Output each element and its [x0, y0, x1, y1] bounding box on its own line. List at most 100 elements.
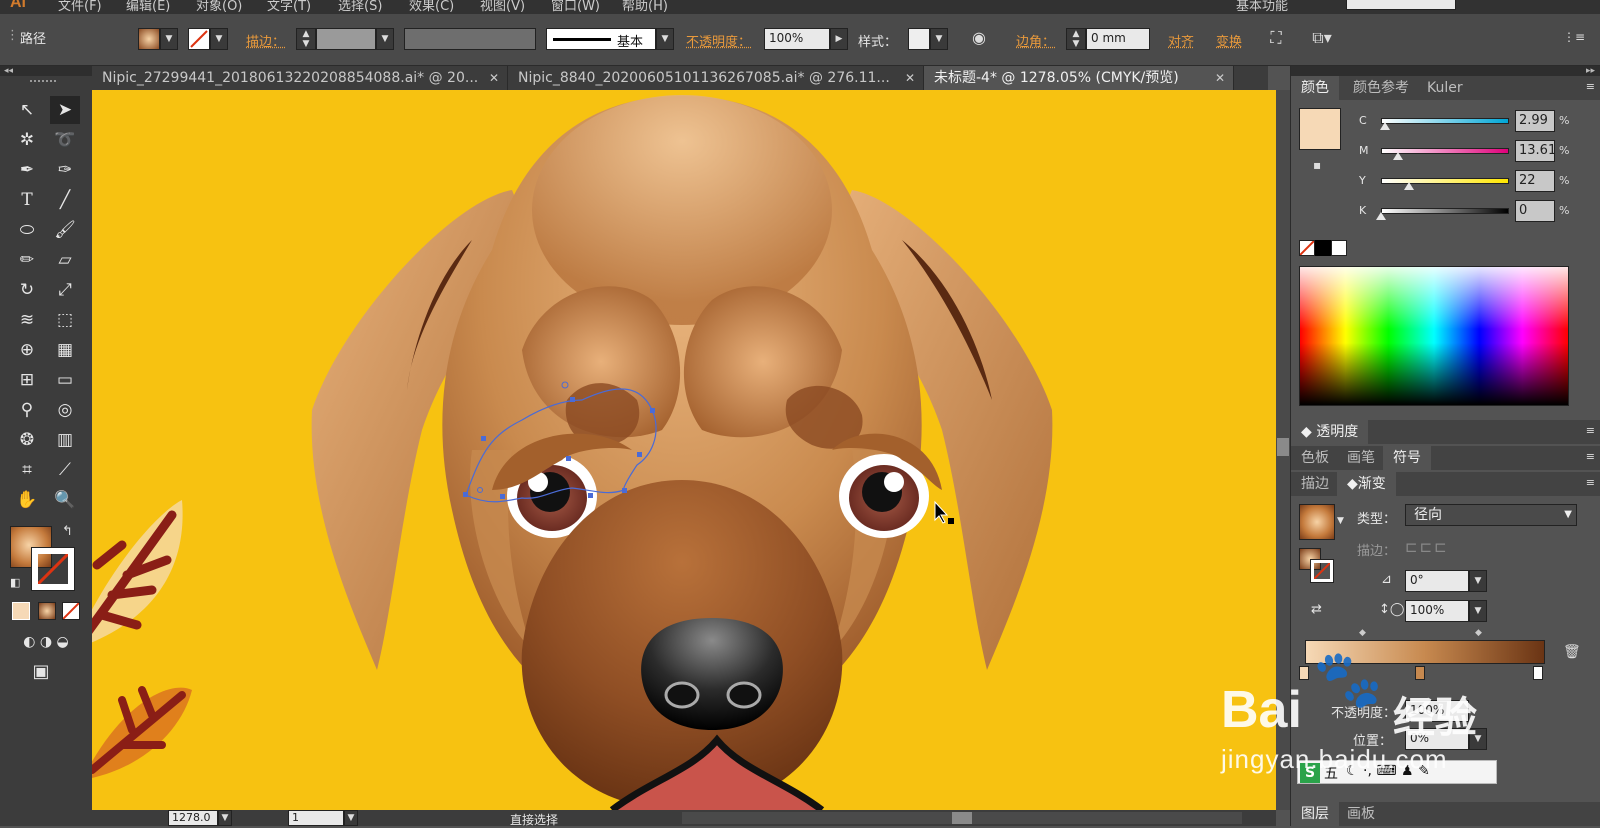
- workspace-switcher[interactable]: 基本功能: [1236, 0, 1288, 14]
- eraser-tool-icon[interactable]: ▱: [50, 246, 80, 274]
- menu-help[interactable]: 帮助(H): [622, 0, 668, 14]
- zoom-tool-icon[interactable]: 🔍: [50, 486, 80, 514]
- panels-collapse-icon[interactable]: ▸▸: [1291, 66, 1600, 76]
- style-dropdown[interactable]: ▼: [930, 28, 948, 50]
- pencil-tool-icon[interactable]: ✏: [12, 246, 42, 274]
- gradient-preset-dropdown-icon[interactable]: ▼: [1337, 516, 1344, 526]
- black-color-icon[interactable]: [1315, 240, 1331, 256]
- stroke-dropdown[interactable]: ▼: [210, 28, 228, 50]
- type-tool-icon[interactable]: T: [12, 186, 42, 214]
- artboard-canvas[interactable]: [92, 90, 1276, 810]
- arrange-icon[interactable]: ⧉▾: [1304, 28, 1340, 50]
- pen-tool-icon[interactable]: ✒: [12, 156, 42, 184]
- zoom-dropdown[interactable]: ▼: [218, 810, 232, 826]
- screen-mode-icon[interactable]: ▣: [26, 658, 56, 686]
- fill-dropdown[interactable]: ▼: [160, 28, 178, 50]
- swap-colors-icon[interactable]: ↰: [62, 524, 73, 539]
- free-transform-tool-icon[interactable]: ⬚: [50, 306, 80, 334]
- menu-view[interactable]: 视图(V): [480, 0, 525, 14]
- channel-value-k[interactable]: 0: [1515, 200, 1555, 222]
- stroke-weight-dropdown[interactable]: ▼: [376, 28, 394, 50]
- channel-value-c[interactable]: 2.99: [1515, 110, 1555, 132]
- stroke-swatch[interactable]: [188, 28, 210, 50]
- artboard-number-input[interactable]: 1: [288, 810, 344, 826]
- slider-thumb[interactable]: [1404, 182, 1415, 190]
- tab-swatches[interactable]: 色板: [1291, 446, 1339, 470]
- color-spectrum[interactable]: [1299, 266, 1569, 406]
- control-menu-icon[interactable]: ⋮≡: [1562, 30, 1586, 52]
- tab-symbols[interactable]: 符号: [1383, 446, 1431, 470]
- gradient-preview-swatch[interactable]: [1299, 504, 1335, 540]
- tab-document-active[interactable]: 未标题-4* @ 1278.05% (CMYK/预览) ✕: [924, 66, 1234, 90]
- hand-tool-icon[interactable]: ✋: [12, 486, 42, 514]
- horizontal-scrollbar-thumb[interactable]: [952, 812, 972, 824]
- brush-dropdown[interactable]: ▼: [656, 28, 674, 50]
- transform-link[interactable]: 变换: [1216, 31, 1242, 50]
- fill-swatch[interactable]: [138, 28, 160, 50]
- fill-stroke-gradient-icon[interactable]: [1299, 548, 1335, 584]
- tab-layers[interactable]: 图层: [1291, 802, 1339, 826]
- symbol-sprayer-tool-icon[interactable]: ❂: [12, 426, 42, 454]
- width-tool-icon[interactable]: ≋: [12, 306, 42, 334]
- graphic-style-swatch[interactable]: [908, 28, 930, 50]
- menu-object[interactable]: 对象(O): [196, 0, 242, 14]
- menu-select[interactable]: 选择(S): [338, 0, 382, 14]
- channel-value-m[interactable]: 13.61: [1515, 140, 1556, 162]
- opacity-input[interactable]: 100%: [764, 28, 830, 50]
- stroke-label[interactable]: 描边：: [246, 31, 285, 50]
- tab-color-guide[interactable]: 颜色参考: [1343, 76, 1419, 100]
- brush-definition[interactable]: 基本: [546, 28, 656, 50]
- tab-gradient[interactable]: ◆渐变: [1337, 472, 1396, 496]
- tab-stroke[interactable]: 描边: [1291, 472, 1339, 496]
- lasso-tool-icon[interactable]: ➰: [50, 126, 80, 154]
- current-color-swatch[interactable]: [1299, 108, 1341, 150]
- gradient-mode-icon[interactable]: [38, 602, 56, 620]
- close-icon[interactable]: ✕: [489, 66, 499, 90]
- tab-kuler[interactable]: Kuler: [1417, 76, 1473, 100]
- magic-wand-tool-icon[interactable]: ✲: [12, 126, 42, 154]
- tools-collapse-icon[interactable]: ◂◂: [0, 66, 92, 76]
- tab-document-1[interactable]: Nipic_27299441_20180613220208854088.ai* …: [92, 66, 508, 90]
- paintbrush-tool-icon[interactable]: 🖌: [50, 216, 80, 244]
- direct-selection-tool-icon[interactable]: ➤: [50, 96, 80, 124]
- channel-slider-c[interactable]: [1381, 118, 1509, 124]
- slider-thumb[interactable]: [1393, 152, 1404, 160]
- shape-builder-tool-icon[interactable]: ⊕: [12, 336, 42, 364]
- menu-edit[interactable]: 编辑(E): [126, 0, 170, 14]
- perspective-grid-tool-icon[interactable]: ▦: [50, 336, 80, 364]
- corner-label[interactable]: 边角：: [1016, 31, 1055, 50]
- reverse-gradient-icon[interactable]: ⇄: [1311, 602, 1322, 617]
- panel-menu-icon[interactable]: ≡: [1586, 424, 1595, 437]
- gradient-type-select[interactable]: 径向 ▼: [1405, 504, 1577, 526]
- channel-slider-k[interactable]: [1381, 208, 1509, 214]
- rotate-tool-icon[interactable]: ↻: [12, 276, 42, 304]
- channel-value-y[interactable]: 22: [1515, 170, 1555, 192]
- gradient-midpoint-1[interactable]: ◆: [1359, 628, 1366, 638]
- zoom-input[interactable]: 1278.0: [168, 810, 218, 826]
- gradient-stop-3[interactable]: [1533, 666, 1543, 680]
- close-icon[interactable]: ✕: [905, 66, 915, 90]
- scrollbar-thumb[interactable]: [1277, 438, 1289, 456]
- gradient-tool-icon[interactable]: ▭: [50, 366, 80, 394]
- gradient-angle-input[interactable]: 0°: [1405, 570, 1469, 592]
- variable-width-profile[interactable]: [404, 28, 536, 50]
- none-color-icon[interactable]: [1299, 240, 1315, 256]
- align-link[interactable]: 对齐: [1168, 31, 1194, 50]
- recolor-icon[interactable]: ◉: [968, 28, 990, 50]
- line-tool-icon[interactable]: ╱: [50, 186, 80, 214]
- gradient-midpoint-2[interactable]: ◆: [1475, 628, 1482, 638]
- curvature-tool-icon[interactable]: ✑: [50, 156, 80, 184]
- menu-window[interactable]: 窗口(W): [551, 0, 600, 14]
- search-input[interactable]: [1346, 0, 1456, 10]
- stroke-color-box[interactable]: [31, 547, 75, 591]
- slider-thumb[interactable]: [1376, 212, 1386, 220]
- panel-menu-icon[interactable]: ≡: [1586, 80, 1595, 93]
- menu-effect[interactable]: 效果(C): [409, 0, 454, 14]
- opacity-label[interactable]: 不透明度：: [686, 31, 751, 50]
- mesh-tool-icon[interactable]: ⊞: [12, 366, 42, 394]
- panel-menu-icon[interactable]: ≡: [1586, 450, 1595, 463]
- corner-input[interactable]: 0 mm: [1086, 28, 1150, 50]
- color-mode-icon[interactable]: [12, 602, 30, 620]
- artboard-dropdown[interactable]: ▼: [344, 810, 358, 826]
- scale-tool-icon[interactable]: ⤢: [50, 276, 80, 304]
